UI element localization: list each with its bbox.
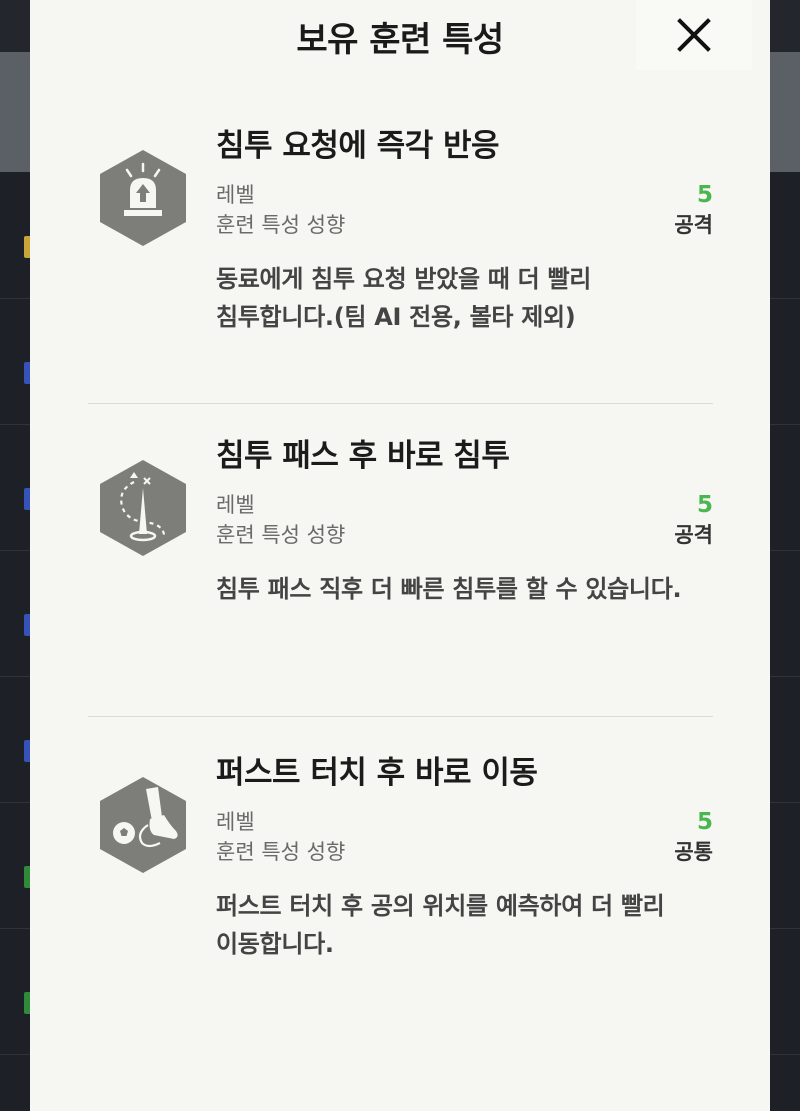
- description-line: 이동합니다.: [216, 930, 334, 958]
- trait-name: 침투 패스 후 바로 침투: [216, 438, 510, 474]
- trait-description: 퍼스트 터치 후 공의 위치를 예측하여 더 빨리 이동합니다.: [216, 887, 713, 963]
- trait-name: 퍼스트 터치 후 바로 이동: [216, 755, 538, 791]
- trait-body: 침투 패스 후 바로 침투 레벨 5 훈련 특성 성향 공격 침투 패스 직후 …: [216, 436, 713, 608]
- trait-description: 침투 패스 직후 더 빠른 침투를 할 수 있습니다.: [216, 570, 713, 608]
- tendency-row: 훈련 특성 성향 공격: [216, 210, 713, 240]
- level-value: 5: [696, 492, 713, 518]
- description-line: 동료에게 침투 요청 받았을 때 더 빨리: [216, 265, 592, 293]
- tendency-label: 훈련 특성 성향: [216, 213, 346, 237]
- level-value: 5: [696, 809, 713, 835]
- level-value: 5: [696, 182, 713, 208]
- tendency-value: 공통: [674, 840, 713, 864]
- close-icon: [677, 18, 711, 52]
- tendency-label: 훈련 특성 성향: [216, 523, 346, 547]
- tendency-row: 훈련 특성 성향 공통: [216, 837, 713, 867]
- description-line: 침투 패스 직후 더 빠른 침투를 할 수 있습니다.: [216, 575, 682, 603]
- level-row: 레벨 5: [216, 807, 713, 837]
- tendency-label: 훈련 특성 성향: [216, 840, 346, 864]
- trait-name: 침투 요청에 즉각 반응: [216, 128, 500, 164]
- level-label: 레벨: [216, 493, 255, 517]
- trait-body: 침투 요청에 즉각 반응 레벨 5 훈련 특성 성향 공격 동료에게 침투 요청…: [216, 126, 713, 336]
- tendency-value: 공격: [674, 523, 713, 547]
- divider: [88, 716, 713, 717]
- tendency-value: 공격: [674, 213, 713, 237]
- close-button[interactable]: [636, 0, 752, 70]
- level-row: 레벨 5: [216, 490, 713, 520]
- trait-body: 퍼스트 터치 후 바로 이동 레벨 5 훈련 특성 성향 공통 퍼스트 터치 후…: [216, 753, 713, 963]
- modal-header: 보유 훈련 특성: [30, 0, 770, 72]
- run-path-icon: [100, 460, 186, 556]
- tendency-row: 훈련 특성 성향 공격: [216, 520, 713, 550]
- training-traits-modal: 보유 훈련 특성 침투 요청에 즉각 반응 레벨 5 훈련 특성 성향 공격 동…: [30, 0, 770, 1111]
- trait-description: 동료에게 침투 요청 받았을 때 더 빨리 침투합니다.(팀 AI 전용, 볼타…: [216, 260, 713, 336]
- level-label: 레벨: [216, 810, 255, 834]
- divider: [88, 403, 713, 404]
- siren-icon: [100, 150, 186, 246]
- description-line: 퍼스트 터치 후 공의 위치를 예측하여 더 빨리: [216, 892, 665, 920]
- level-row: 레벨 5: [216, 180, 713, 210]
- description-line: 침투합니다.(팀 AI 전용, 볼타 제외): [216, 303, 576, 331]
- ball-kick-icon: [100, 777, 186, 873]
- level-label: 레벨: [216, 183, 255, 207]
